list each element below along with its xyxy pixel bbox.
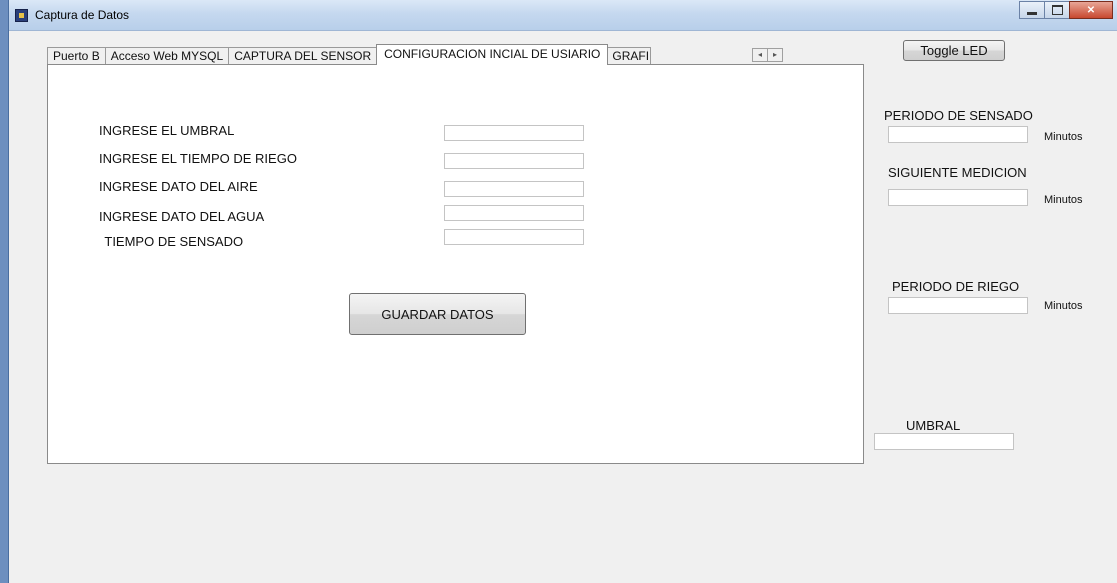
tab-acceso-web-mysql[interactable]: Acceso Web MYSQL xyxy=(104,47,230,65)
tab-grafica[interactable]: GRAFI xyxy=(607,47,652,65)
periodo-sensado-field[interactable] xyxy=(888,126,1028,143)
app-window: Captura de Datos ✕ Puerto B Acceso Web M… xyxy=(8,0,1117,583)
periodo-riego-label: PERIODO DE RIEGO xyxy=(892,279,1020,294)
periodo-riego-field[interactable] xyxy=(888,297,1028,314)
tab-scroll-buttons: ◂ ▸ xyxy=(752,48,783,62)
maximize-button[interactable] xyxy=(1044,1,1070,19)
dato-agua-input[interactable] xyxy=(444,205,584,221)
window-controls: ✕ xyxy=(1019,1,1113,20)
siguiente-medicion-label: SIGUIENTE MEDICION xyxy=(888,165,1027,180)
tiempo-riego-label: INGRESE EL TIEMPO DE RIEGO xyxy=(99,151,297,166)
dato-aire-label: INGRESE DATO DEL AIRE xyxy=(99,179,258,194)
periodo-sensado-unit: Minutos xyxy=(1044,131,1083,143)
tab-panel-configuracion: INGRESE EL UMBRAL INGRESE EL TIEMPO DE R… xyxy=(47,64,864,464)
dato-aire-input[interactable] xyxy=(444,181,584,197)
tab-configuracion-inicial[interactable]: CONFIGURACION INCIAL DE USIARIO xyxy=(376,44,609,65)
minimize-button[interactable] xyxy=(1019,1,1045,19)
dato-agua-label: INGRESE DATO DEL AGUA xyxy=(99,209,265,224)
tiempo-sensado-label: TIEMPO DE SENSADO xyxy=(101,234,244,249)
toggle-led-button[interactable]: Toggle LED xyxy=(903,40,1005,61)
window-title: Captura de Datos xyxy=(35,8,130,22)
umbral-side-field[interactable] xyxy=(874,433,1014,450)
guardar-datos-button[interactable]: GUARDAR DATOS xyxy=(349,293,526,335)
siguiente-medicion-unit: Minutos xyxy=(1044,194,1083,206)
app-icon xyxy=(15,9,28,22)
tab-strip: Puerto B Acceso Web MYSQL CAPTURA DEL SE… xyxy=(47,44,652,65)
tab-captura-del-sensor[interactable]: CAPTURA DEL SENSOR xyxy=(228,47,378,65)
tab-scroll-right-icon[interactable]: ▸ xyxy=(767,48,783,62)
periodo-sensado-label: PERIODO DE SENSADO xyxy=(884,108,1033,123)
umbral-label: INGRESE EL UMBRAL xyxy=(99,123,235,138)
umbral-side-label: UMBRAL xyxy=(906,418,961,433)
tab-scroll-left-icon[interactable]: ◂ xyxy=(752,48,768,62)
close-button[interactable]: ✕ xyxy=(1069,1,1113,19)
title-bar: Captura de Datos ✕ xyxy=(9,0,1117,31)
tab-puerto-b[interactable]: Puerto B xyxy=(47,47,106,65)
tiempo-sensado-input[interactable] xyxy=(444,229,584,245)
periodo-riego-unit: Minutos xyxy=(1044,300,1083,312)
umbral-input[interactable] xyxy=(444,125,584,141)
tiempo-riego-input[interactable] xyxy=(444,153,584,169)
siguiente-medicion-field[interactable] xyxy=(888,189,1028,206)
